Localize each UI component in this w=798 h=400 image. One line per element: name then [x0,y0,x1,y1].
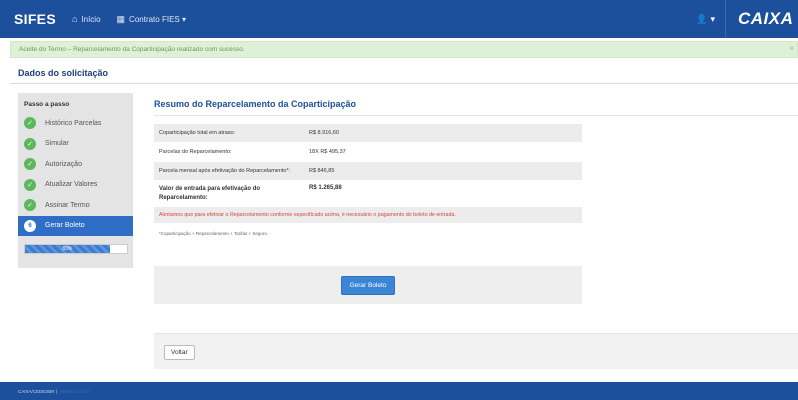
summary-value: R$ 1.265,88 [309,185,342,191]
summary-label: Parcela mensal após efetivação do Reparc… [159,168,291,174]
top-navbar: SIFES ⌂ Início ▦ Contrato FIES ▾ 👤 ▾ CAI… [0,0,798,38]
user-menu-caret: ▾ [710,13,715,24]
warning-message: Alertamos que para efetivar o Reparcelam… [154,207,582,223]
step-label: Gerar Boleto [45,222,85,230]
success-alert: Aceite do Termo – Reparcelamento da Copa… [10,41,798,58]
summary-table: Coparticipação total em atraso: R$ 8.916… [154,124,582,236]
summary-label: Valor de entrada para efetivação do Repa… [159,185,261,201]
progress-label: 83% [62,246,73,252]
navbar-right: 👤 ▾ CAIXA [686,0,798,38]
nav-home-label: Início [81,14,101,24]
user-icon: 👤 [696,13,708,24]
sidebar-title: Passo a passo [24,101,70,108]
user-menu[interactable]: 👤 ▾ [686,0,726,38]
check-icon: ✓ [24,117,36,130]
check-icon: ✓ [24,158,36,171]
step-label: Histórico Parcelas [45,119,102,127]
summary-row: Parcelas do Reparcelamento: 18X R$ 495,3… [154,143,582,162]
footnote: *Coparticipação + Reparcelamento + Tarif… [159,231,269,236]
step-historico-parcelas[interactable]: ✓ Histórico Parcelas [18,113,133,134]
page-title: Dados do solicitação [18,68,109,78]
summary-label: Parcelas do Reparcelamento: [159,149,232,155]
generate-button-area: Gerar Boleto [154,266,582,304]
summary-value: 18X R$ 495,37 [309,149,346,155]
title-divider [10,83,798,84]
summary-value: R$ 846,85 [309,168,335,174]
step-label: Autorização [45,160,82,168]
step-autorizacao[interactable]: ✓ Autorização [18,154,133,175]
step-label: Simular [45,140,69,148]
summary-row: Parcela mensal após efetivação do Reparc… [154,162,582,181]
check-icon: ✓ [24,137,36,150]
nav-contract-label: Contrato FIES ▾ [129,14,186,24]
footer-version-link[interactable]: Versão 1.0.0.0 [60,389,89,394]
brand-logo[interactable]: SIFES [14,11,56,27]
progress-fill: 83% [25,245,110,253]
step-gerar-boleto[interactable]: 6 Gerar Boleto [18,215,133,236]
summary-title: Resumo do Reparcelamento da Coparticipaç… [154,99,357,109]
step-label: Assinar Termo [45,201,90,209]
step-number-badge: 6 [24,219,36,232]
steps-sidebar: Passo a passo ✓ Histórico Parcelas ✓ Sim… [18,93,133,268]
home-icon: ⌂ [71,14,78,24]
alert-message: Aceite do Termo – Reparcelamento da Copa… [19,46,245,53]
summary-label: Coparticipação total em atraso: [159,130,236,136]
footer-text: CAIXA/CEDESBR | [18,388,57,394]
summary-divider [154,115,798,116]
page: SIFES ⌂ Início ▦ Contrato FIES ▾ 👤 ▾ CAI… [0,0,798,400]
summary-row: Coparticipação total em atraso: R$ 8.916… [154,124,582,143]
check-icon: ✓ [24,178,36,191]
step-assinar-termo[interactable]: ✓ Assinar Termo [18,195,133,216]
caixa-logo: CAIXA [738,9,794,28]
progress-bar: 83% [24,244,128,254]
step-simular[interactable]: ✓ Simular [18,134,133,155]
grid-icon: ▦ [116,13,126,24]
summary-value: R$ 8.916,60 [309,130,339,136]
step-label: Atualizar Valores [45,181,98,189]
check-icon: ✓ [24,199,36,212]
nav-home[interactable]: ⌂ Início [72,14,101,24]
nav-contract-dropdown[interactable]: ▦ Contrato FIES ▾ [117,14,186,25]
back-bar: Voltar [154,333,798,369]
footer: CAIXA/CEDESBR | Versão 1.0.0.0 [0,382,798,400]
back-button[interactable]: Voltar [164,345,195,360]
generate-boleto-button[interactable]: Gerar Boleto [340,275,396,295]
summary-row: Valor de entrada para efetivação do Repa… [154,181,582,207]
close-icon[interactable]: × [789,44,794,53]
step-atualizar-valores[interactable]: ✓ Atualizar Valores [18,175,133,196]
